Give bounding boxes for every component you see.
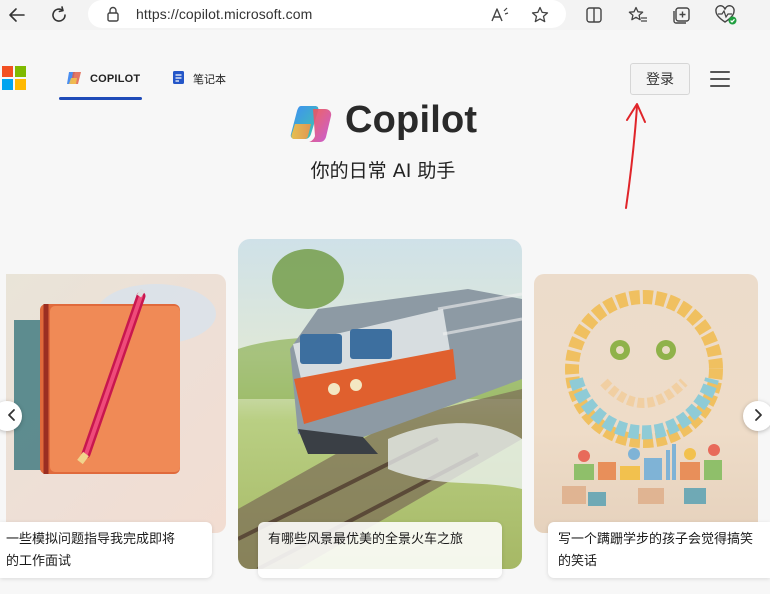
collections-icon[interactable] bbox=[670, 3, 694, 27]
microsoft-logo[interactable] bbox=[2, 66, 26, 90]
tab-notebook[interactable]: 笔记本 bbox=[172, 67, 226, 91]
card-image-train[interactable] bbox=[238, 239, 522, 569]
tab-copilot[interactable]: COPILOT bbox=[66, 67, 140, 91]
card-caption-2-line1: 有哪些风景最优美的全景火车之旅 bbox=[268, 532, 464, 547]
copilot-logo bbox=[289, 104, 333, 144]
browser-essentials-icon[interactable] bbox=[714, 3, 738, 27]
card-caption-2[interactable]: 有哪些风景最优美的全景火车之旅 bbox=[258, 522, 502, 578]
login-button[interactable]: 登录 bbox=[630, 63, 690, 95]
hero-title: Copilot bbox=[345, 99, 478, 141]
card-caption-1-line1: 一些模拟问题指导我完成即将 bbox=[6, 532, 176, 547]
tab-notebook-label: 笔记本 bbox=[193, 74, 226, 86]
split-screen-icon[interactable] bbox=[582, 3, 606, 27]
notebook-icon bbox=[172, 70, 185, 89]
card-image-notebook[interactable] bbox=[6, 274, 226, 533]
refresh-icon[interactable] bbox=[46, 2, 72, 28]
chevron-right-icon bbox=[753, 407, 763, 426]
card-caption-3[interactable]: 写一个蹒跚学步的孩子会觉得搞笑 的笑话 bbox=[548, 522, 770, 578]
card-image-smiley-blocks[interactable] bbox=[534, 274, 758, 533]
lock-icon[interactable] bbox=[106, 6, 120, 26]
favorite-icon[interactable] bbox=[529, 4, 551, 26]
back-icon[interactable] bbox=[4, 2, 30, 28]
annotation-arrow bbox=[625, 103, 646, 209]
active-tab-indicator bbox=[59, 97, 142, 100]
copilot-icon bbox=[66, 70, 82, 89]
card-caption-3-line1: 写一个蹒跚学步的孩子会觉得搞笑 bbox=[558, 532, 754, 547]
card-caption-1[interactable]: 一些模拟问题指导我完成即将 的工作面试 bbox=[0, 522, 212, 578]
chevron-left-icon bbox=[7, 407, 17, 426]
carousel-next-button[interactable] bbox=[743, 401, 770, 431]
hamburger-menu-icon[interactable] bbox=[708, 68, 732, 90]
address-url[interactable]: https://copilot.microsoft.com bbox=[136, 6, 312, 22]
card-caption-1-line2: 的工作面试 bbox=[6, 554, 72, 569]
tab-copilot-label: COPILOT bbox=[90, 73, 141, 85]
card-caption-3-line2: 的笑话 bbox=[558, 554, 598, 569]
address-bar[interactable]: https://copilot.microsoft.com bbox=[88, 0, 566, 28]
read-aloud-icon[interactable] bbox=[489, 4, 511, 26]
browser-toolbar: https://copilot.microsoft.com bbox=[0, 0, 770, 30]
favorites-list-icon[interactable] bbox=[626, 3, 650, 27]
